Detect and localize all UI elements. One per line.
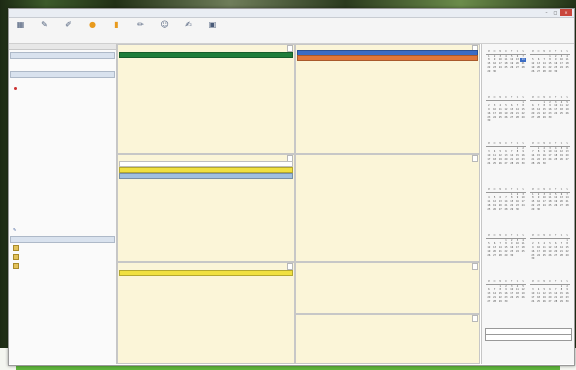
mini-calendar-month[interactable]: M D M D F S S 1 2 3 4 5 6 7 8 9 10 11 12 13 14 15 16 17 18 19 20 21… xyxy=(530,138,570,178)
mini-calendar-month[interactable]: M D M D F S S 1 2 3 4 5 6 7 8 9 10 11 12 13 14 15 16 17 18 19 20 21… xyxy=(530,230,570,270)
event-orange[interactable] xyxy=(297,55,478,61)
day-number[interactable] xyxy=(564,257,570,261)
group-item[interactable] xyxy=(9,261,116,270)
toolbar-button-person[interactable]: ☺ xyxy=(156,18,173,31)
minimize-button[interactable]: – xyxy=(542,9,551,16)
day-number[interactable] xyxy=(564,116,570,120)
group-item[interactable] xyxy=(9,252,116,261)
day-number[interactable] xyxy=(520,70,526,74)
write-icon: ✍ xyxy=(185,20,192,29)
mini-calendar-month[interactable]: M D M D F S S 1 2 3 4 5 6 7 8 9 10 11 12 13 14 15 16 17 18 19 20 21… xyxy=(486,276,526,316)
section-header-2[interactable] xyxy=(10,71,115,78)
month-days-grid: M D M D F S S 1 2 3 4 5 6 7 8 9 10 11 12 13 14 15 16 17 18 19 20 21… xyxy=(530,50,570,73)
day-number[interactable] xyxy=(564,208,570,212)
folder-icon xyxy=(13,254,19,260)
title-bar: – □ × xyxy=(9,9,574,18)
toolbar: ▦ ✎ ✐ ● ▮ ✏ ☺ ✍ ▣ xyxy=(9,18,574,44)
day-cell[interactable] xyxy=(117,262,295,364)
day-cell[interactable] xyxy=(117,154,295,262)
toolbar-button-new[interactable]: ✎ xyxy=(36,18,53,31)
toolbar-button-tag[interactable]: ▮ xyxy=(108,18,125,31)
day-label xyxy=(472,155,478,162)
left-pane-header xyxy=(9,44,116,50)
list-item[interactable] xyxy=(9,65,116,68)
window-controls: – □ × xyxy=(542,9,572,17)
section-header-1[interactable] xyxy=(10,52,115,59)
month-days-grid: M D M D F S S 1 2 3 4 5 6 7 8 9 10 11 12 13 14 15 16 17 18 19 20 21… xyxy=(486,234,526,257)
new-icon: ✎ xyxy=(41,20,48,29)
day-number[interactable] xyxy=(520,119,526,123)
day-number[interactable]: 30 xyxy=(520,162,526,166)
maximize-button[interactable]: □ xyxy=(551,9,560,16)
day-cell[interactable] xyxy=(117,44,295,154)
day-cell[interactable] xyxy=(295,262,480,314)
month-days-grid: M D M D F S S 1 2 3 4 5 6 7 8 9 10 11 12 13 14 15 16 17 18 19 20 21… xyxy=(530,280,570,303)
day-label xyxy=(287,45,293,52)
day-cell[interactable] xyxy=(295,154,480,262)
day-number[interactable] xyxy=(520,254,526,258)
day-cell[interactable] xyxy=(295,314,480,364)
category-row[interactable]: ✎ xyxy=(9,226,116,233)
toolbar-button-export[interactable]: ▣ xyxy=(204,18,221,31)
month-days-grid: M D M D F S S 1 2 3 4 5 6 7 8 9 10 11 12 13 14 15 16 17 18 19 20 21… xyxy=(486,280,526,303)
toolbar-button-appointment[interactable]: ▦ xyxy=(12,18,29,31)
tag-icon: ▮ xyxy=(114,20,119,29)
lightbulb-icon: ● xyxy=(89,20,96,29)
event-lightblue[interactable] xyxy=(119,173,293,179)
section-header-3[interactable] xyxy=(10,236,115,243)
mini-calendar-month[interactable]: M D M D F S S 1 2 3 4 5 6 7 8 9 10 11 12 13 14 15 16 17 18 19 20 21… xyxy=(530,184,570,224)
calendar-week-view xyxy=(117,44,480,364)
day-number[interactable]: 30 xyxy=(564,300,570,304)
month-days-grid: M D M D F S S 1 2 3 4 5 6 7 8 9 10 11 12 13 14 15 16 17 18 19 20 21… xyxy=(486,142,526,165)
left-pane: ✎ xyxy=(9,44,117,364)
day-label xyxy=(472,315,478,322)
list-item-alert[interactable] xyxy=(9,84,116,91)
month-days-grid: M D M D F S S 1 2 3 4 5 6 7 8 9 10 11 12 13 14 15 16 17 18 19 20 21… xyxy=(486,50,526,73)
toolbar-button-pencil[interactable]: ✏ xyxy=(132,18,149,31)
toolbar-button-write[interactable]: ✍ xyxy=(180,18,197,31)
export-icon: ▣ xyxy=(208,20,217,29)
app-window: – □ × ▦ ✎ ✐ ● ▮ ✏ ☺ ✍ ▣ ✎ M D M D F S S … xyxy=(8,8,575,366)
mini-calendar-month[interactable]: M D M D F S S 1 2 3 4 5 6 7 8 9 10 11 12 13 14 15 16 17 18 19 20 21… xyxy=(486,46,526,86)
toolbar-button-lightbulb[interactable]: ● xyxy=(84,18,101,31)
mini-calendar-month[interactable]: M D M D F S S 1 2 3 4 5 6 7 8 9 10 11 12 13 14 15 16 17 18 19 20 21… xyxy=(530,276,570,316)
event-yellow[interactable] xyxy=(119,270,293,276)
mini-calendar-month[interactable]: M D M D F S S 1 2 3 4 5 6 7 8 9 10 11 12 13 14 15 16 17 18 19 20 21… xyxy=(530,46,570,86)
month-days-grid: M D M D F S S 1 2 3 4 5 6 7 8 9 10 11 12 13 14 15 16 17 18 19 20 21… xyxy=(486,188,526,211)
month-days-grid: M D M D F S S 1 2 3 4 5 6 7 8 9 10 11 12 13 14 15 16 17 18 19 20 21… xyxy=(530,142,570,165)
day-number[interactable] xyxy=(564,70,570,74)
month-days-grid: M D M D F S S 1 2 3 4 5 6 7 8 9 10 11 12 13 14 15 16 17 18 19 20 21… xyxy=(530,234,570,261)
mini-calendar-month[interactable]: M D M D F S S 1 2 3 4 5 6 7 8 9 10 11 12 13 14 15 16 17 18 19 20 21… xyxy=(486,92,526,132)
group-item[interactable] xyxy=(9,243,116,252)
day-number[interactable] xyxy=(564,162,570,166)
mini-calendar-month[interactable]: M D M D F S S 1 2 3 4 5 6 7 8 9 10 11 12 13 14 15 16 17 18 19 20 21… xyxy=(486,230,526,270)
month-days-grid: M D M D F S S 1 2 3 4 5 6 7 8 9 10 11 12 13 14 15 16 17 18 19 20 21… xyxy=(530,188,570,211)
close-button[interactable]: × xyxy=(560,9,572,16)
pencil-icon: ✏ xyxy=(137,20,144,29)
alert-icon xyxy=(14,86,17,90)
toolbar-button-edit[interactable]: ✐ xyxy=(60,18,77,31)
day-label xyxy=(472,263,478,270)
mini-calendar-month[interactable]: M D M D F S S 1 2 3 4 5 6 7 8 9 10 11 12 13 14 15 16 17 18 19 20 21… xyxy=(486,184,526,224)
week-button[interactable] xyxy=(485,334,572,341)
appointment-icon: ▦ xyxy=(16,20,25,29)
day-label xyxy=(287,263,293,270)
person-icon: ☺ xyxy=(160,20,169,29)
mini-calendar-pane: M D M D F S S 1 2 3 4 5 6 7 8 9 10 11 12 13 14 15 16 17 18 19 20 21… xyxy=(481,44,574,364)
event-green[interactable] xyxy=(119,52,293,58)
folder-icon xyxy=(13,263,19,269)
month-days-grid: M D M D F S S 1 2 3 4 5 6 7 8 9 10 11 12 13 14 15 16 17 18 19 20 21… xyxy=(530,96,570,119)
folder-icon xyxy=(13,245,19,251)
month-days-grid: M D M D F S S 1 2 3 4 5 6 7 8 9 10 11 12 13 14 15 16 17 18 19 20 21… xyxy=(486,96,526,123)
day-cell[interactable] xyxy=(295,44,480,154)
day-number[interactable] xyxy=(520,208,526,212)
pen-icon: ✎ xyxy=(13,227,17,232)
mini-calendar-month[interactable]: M D M D F S S 1 2 3 4 5 6 7 8 9 10 11 12 13 14 15 16 17 18 19 20 21… xyxy=(486,138,526,178)
day-number[interactable] xyxy=(520,300,526,304)
mini-calendar-month[interactable]: M D M D F S S 1 2 3 4 5 6 7 8 9 10 11 12 13 14 15 16 17 18 19 20 21… xyxy=(530,92,570,132)
edit-icon: ✐ xyxy=(65,20,72,29)
